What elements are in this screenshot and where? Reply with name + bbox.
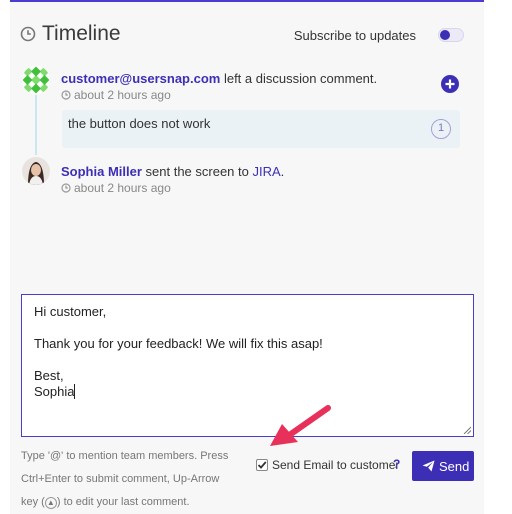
hint-line: Type '@' to mention team members. Press <box>21 450 229 462</box>
composer-line-last: Sophia <box>34 384 461 400</box>
hint-text: key ( <box>21 496 45 508</box>
user-photo-icon <box>22 157 50 185</box>
hint-line: Ctrl+Enter to submit comment, Up-Arrow <box>21 473 220 485</box>
up-arrow-key-icon: ▲ <box>44 497 57 509</box>
subscribe-label: Subscribe to updates <box>293 28 416 43</box>
send-email-label[interactable]: Send Email to customer <box>272 458 399 472</box>
composer-line <box>34 320 461 336</box>
right-edge <box>484 0 512 514</box>
entry-2-time-label: about 2 hours ago <box>74 181 171 195</box>
author-link-sophia[interactable]: Sophia Miller <box>61 164 142 179</box>
timeline-connector <box>35 95 37 155</box>
entry-2-text: Sophia Miller sent the screen to JIRA. <box>61 164 284 179</box>
entry-1-time: about 2 hours ago <box>61 88 171 102</box>
toggle-knob <box>440 30 450 40</box>
send-email-checkbox[interactable] <box>256 459 268 471</box>
comment-textarea[interactable]: Hi customer, Thank you for your feedback… <box>21 294 474 437</box>
entry-2-action: sent the screen to <box>141 164 253 179</box>
timeline-header: Timeline Subscribe to updates <box>10 20 464 52</box>
comment-text: the button does not work <box>68 116 211 131</box>
composer-line: Hi customer, <box>34 304 107 319</box>
composer-line <box>34 352 461 368</box>
annotation-arrow-icon <box>270 405 331 446</box>
composer-hint: Type '@' to mention team members. Press … <box>21 445 251 514</box>
hint-line: key (▲) to edit your last comment. <box>21 491 251 514</box>
comment-count-badge[interactable]: 1 <box>431 119 451 139</box>
composer-line: Thank you for your feedback! We will fix… <box>34 336 323 351</box>
avatar-usersnap <box>22 66 50 94</box>
author-link-customer[interactable]: customer@usersnap.com <box>61 71 220 86</box>
jira-link[interactable]: JIRA <box>252 164 280 179</box>
paper-plane-icon <box>422 460 435 472</box>
plus-circle-icon <box>445 79 455 89</box>
help-icon[interactable]: ? <box>393 457 400 471</box>
entry-2-time: about 2 hours ago <box>61 181 171 195</box>
hint-text: ) to edit your last comment. <box>56 496 190 508</box>
clock-icon <box>61 90 71 100</box>
clock-icon <box>20 26 36 42</box>
text-caret <box>74 384 76 399</box>
add-reply-button[interactable] <box>441 75 459 93</box>
entry-2-suffix: . <box>280 164 285 179</box>
send-label: Send <box>439 459 470 474</box>
resize-handle-icon[interactable] <box>463 426 471 434</box>
subscribe-toggle[interactable] <box>438 28 464 42</box>
composer-line: Best, <box>34 368 64 383</box>
entry-1-text: customer@usersnap.com left a discussion … <box>61 71 377 86</box>
usersnap-logo-icon <box>22 66 50 94</box>
entry-1-action: left a discussion comment. <box>220 71 378 86</box>
avatar-sophia <box>22 157 50 185</box>
entry-1-time-label: about 2 hours ago <box>74 88 171 102</box>
page-title: Timeline <box>42 22 121 45</box>
comment-bubble: the button does not work 1 <box>62 110 460 148</box>
send-button[interactable]: Send <box>412 451 474 481</box>
clock-icon <box>61 183 71 193</box>
checkmark-icon <box>257 461 267 469</box>
composer-last-text: Sophia <box>34 384 75 399</box>
